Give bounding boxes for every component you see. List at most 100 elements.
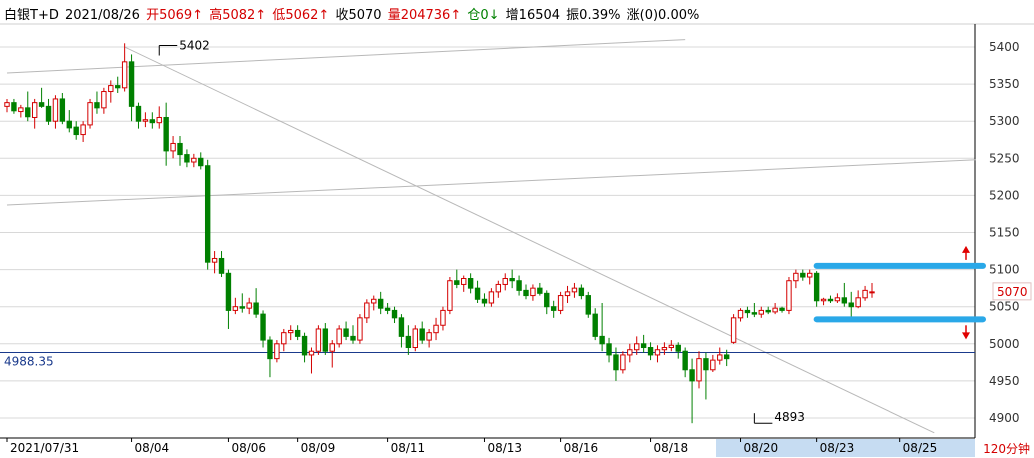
- candle-body[interactable]: [357, 317, 363, 341]
- candle-body[interactable]: [25, 107, 31, 118]
- candle-body[interactable]: [467, 278, 474, 289]
- candle-body[interactable]: [606, 343, 612, 356]
- candle-body[interactable]: [585, 295, 591, 315]
- candle-body[interactable]: [564, 291, 571, 297]
- candle-body[interactable]: [170, 142, 176, 152]
- candle-body[interactable]: [862, 289, 868, 299]
- candle-body[interactable]: [820, 298, 827, 302]
- candle-body[interactable]: [294, 329, 301, 337]
- candle-body[interactable]: [744, 309, 751, 314]
- candle-body[interactable]: [461, 278, 467, 285]
- candle-body[interactable]: [371, 298, 377, 304]
- candle-body[interactable]: [18, 107, 24, 113]
- candle-body[interactable]: [440, 309, 446, 326]
- candle-body[interactable]: [544, 292, 550, 308]
- candle-body[interactable]: [301, 335, 308, 356]
- candle-body[interactable]: [682, 350, 688, 371]
- candle-body[interactable]: [398, 317, 405, 337]
- candle-body[interactable]: [350, 335, 356, 341]
- candle-body[interactable]: [800, 272, 806, 278]
- timeframe-label[interactable]: 120分钟: [983, 440, 1030, 457]
- candle-body[interactable]: [225, 272, 232, 311]
- candle-body[interactable]: [142, 119, 149, 122]
- candle-body[interactable]: [634, 343, 640, 351]
- candle-body[interactable]: [391, 309, 398, 319]
- candle-body[interactable]: [717, 354, 723, 361]
- candle-body[interactable]: [710, 359, 716, 371]
- candlestick-chart[interactable]: 5400 5350 5300 5250 5200 5150 5100 5050 5000 4950…: [0, 0, 1034, 458]
- candle-body[interactable]: [177, 142, 183, 156]
- candle-body[interactable]: [827, 298, 834, 302]
- candle-body[interactable]: [661, 347, 668, 351]
- candle-body[interactable]: [52, 98, 59, 122]
- candle-body[interactable]: [488, 291, 495, 304]
- candle-body[interactable]: [315, 328, 322, 352]
- candle-body[interactable]: [267, 339, 273, 360]
- candle-body[interactable]: [87, 102, 93, 126]
- candle-body[interactable]: [530, 287, 536, 297]
- candle-body[interactable]: [281, 332, 287, 345]
- candle-body[interactable]: [557, 295, 564, 311]
- candle-body[interactable]: [613, 354, 619, 371]
- candle-body[interactable]: [239, 306, 245, 309]
- candle-body[interactable]: [807, 272, 813, 278]
- candle-body[interactable]: [834, 297, 841, 302]
- candle-body[interactable]: [654, 349, 661, 356]
- candle-body[interactable]: [419, 328, 425, 341]
- candle-body[interactable]: [336, 328, 342, 345]
- candle-body[interactable]: [454, 280, 460, 285]
- candle-body[interactable]: [274, 343, 280, 360]
- candle-body[interactable]: [218, 257, 225, 274]
- candle-body[interactable]: [288, 329, 294, 334]
- candle-body[interactable]: [772, 307, 778, 313]
- candle-body[interactable]: [433, 324, 439, 334]
- candle-body[interactable]: [94, 102, 100, 109]
- trendline[interactable]: [6, 39, 686, 74]
- candle-body[interactable]: [115, 85, 121, 89]
- candle-body[interactable]: [31, 102, 38, 118]
- candle-body[interactable]: [11, 102, 17, 112]
- candle-body[interactable]: [156, 116, 162, 124]
- candle-body[interactable]: [426, 332, 432, 341]
- candle-body[interactable]: [689, 369, 695, 382]
- candle-body[interactable]: [855, 297, 861, 308]
- candle-body[interactable]: [730, 317, 737, 343]
- candle-body[interactable]: [405, 335, 412, 349]
- candle-body[interactable]: [308, 350, 315, 356]
- candle-body[interactable]: [779, 307, 785, 311]
- candle-body[interactable]: [191, 157, 197, 163]
- candle-body[interactable]: [101, 91, 107, 109]
- candle-body[interactable]: [578, 287, 585, 297]
- candle-body[interactable]: [253, 302, 259, 315]
- candle-body[interactable]: [447, 280, 453, 311]
- candle-body[interactable]: [495, 283, 502, 293]
- candle-body[interactable]: [149, 119, 156, 124]
- candle-body[interactable]: [128, 61, 135, 107]
- candle-body[interactable]: [481, 298, 488, 304]
- candle-body[interactable]: [765, 309, 771, 313]
- candle-body[interactable]: [696, 358, 702, 382]
- candle-body[interactable]: [841, 297, 848, 304]
- candle-body[interactable]: [592, 313, 598, 337]
- candle-body[interactable]: [211, 257, 218, 263]
- trendline[interactable]: [124, 46, 935, 434]
- candle-body[interactable]: [232, 306, 239, 311]
- candle-body[interactable]: [550, 306, 557, 311]
- candle-body[interactable]: [848, 302, 854, 308]
- candle-body[interactable]: [640, 343, 647, 349]
- candle-body[interactable]: [377, 298, 384, 309]
- candle-body[interactable]: [412, 328, 418, 349]
- candle-body[interactable]: [516, 280, 522, 291]
- candle-body[interactable]: [474, 287, 481, 300]
- candle-body[interactable]: [620, 354, 626, 371]
- candle-body[interactable]: [80, 124, 86, 136]
- candle-body[interactable]: [4, 102, 10, 107]
- candle-body[interactable]: [121, 61, 128, 89]
- candle-body[interactable]: [509, 278, 515, 282]
- candle-body[interactable]: [537, 287, 543, 294]
- candle-body[interactable]: [647, 347, 654, 356]
- candle-body[interactable]: [751, 312, 758, 315]
- candle-body[interactable]: [343, 328, 349, 337]
- trendline[interactable]: [6, 159, 976, 206]
- candle-body[interactable]: [246, 302, 252, 309]
